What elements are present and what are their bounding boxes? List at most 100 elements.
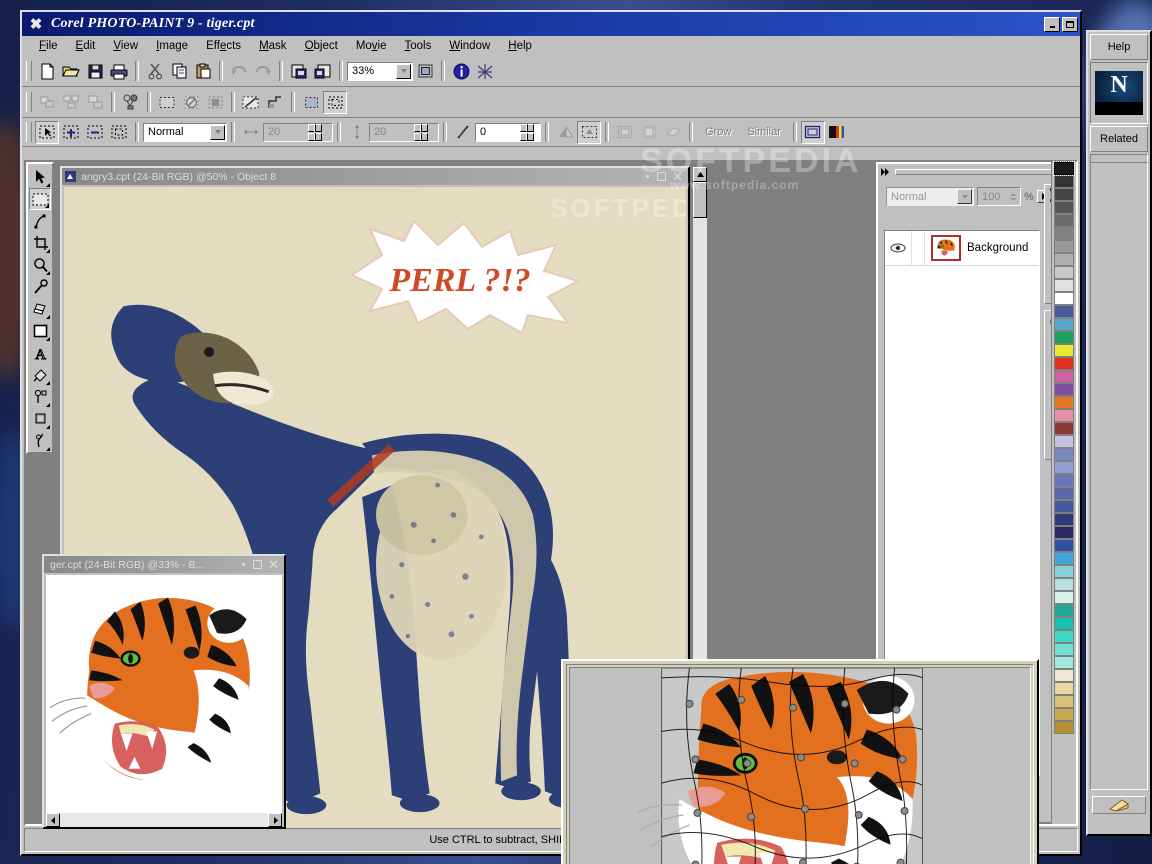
mdi-scroll-thumb[interactable] [693, 182, 707, 218]
zoom-tool[interactable] [29, 254, 51, 276]
menu-item-help[interactable]: Help [499, 38, 541, 54]
application-info-icon[interactable] [449, 59, 473, 83]
scroll-left-button[interactable] [46, 813, 60, 827]
mask-remove-icon[interactable] [179, 90, 203, 114]
crop-tool[interactable] [29, 232, 51, 254]
copy-icon[interactable] [167, 59, 191, 83]
palette-swatch[interactable] [1054, 630, 1074, 643]
palette-swatch[interactable] [1054, 227, 1074, 240]
mask-width-spinner[interactable]: 20 [263, 122, 333, 142]
text-tool[interactable]: A [29, 342, 51, 364]
palette-swatch[interactable] [1054, 591, 1074, 604]
clone-tool[interactable] [29, 430, 51, 452]
spinner-arrows-feather[interactable] [520, 123, 534, 141]
pick-tool[interactable] [29, 166, 51, 188]
minimize-icon[interactable] [646, 175, 650, 178]
eraser-tool[interactable] [29, 298, 51, 320]
restore-icon[interactable] [657, 172, 667, 181]
image-second-hscrollbar[interactable] [46, 813, 282, 827]
chevron-down-icon-3[interactable] [957, 189, 972, 204]
palette-swatch[interactable] [1054, 708, 1074, 721]
mask-fill-icon[interactable] [661, 120, 685, 144]
palette-swatch[interactable] [1054, 357, 1074, 370]
palette-swatch[interactable] [1054, 383, 1074, 396]
palette-swatch[interactable] [1054, 539, 1074, 552]
color-palette[interactable] [1051, 161, 1076, 824]
palette-swatch[interactable] [1054, 435, 1074, 448]
palette-swatch[interactable] [1054, 370, 1074, 383]
palette-swatch[interactable] [1054, 201, 1074, 214]
chevron-down-icon-2[interactable] [210, 124, 225, 140]
palette-swatch[interactable] [1054, 617, 1074, 630]
export-icon[interactable] [311, 59, 335, 83]
mdi-scroll-up-button[interactable] [693, 167, 707, 182]
palette-swatch[interactable] [1054, 266, 1074, 279]
marquee-visible-icon[interactable] [800, 120, 825, 144]
collapse-docker-icon[interactable] [880, 167, 892, 177]
list-item[interactable]: Background [885, 231, 1039, 266]
palette-swatch[interactable] [1054, 552, 1074, 565]
opacity-spinner[interactable]: 100 [977, 187, 1021, 206]
palette-swatch[interactable] [1054, 214, 1074, 227]
print-icon[interactable] [107, 59, 131, 83]
minimize-icon-2[interactable] [242, 563, 246, 566]
palette-swatch[interactable] [1054, 344, 1074, 357]
menu-item-image[interactable]: Image [147, 38, 197, 54]
image-canvas-second[interactable] [46, 575, 282, 813]
image-window-second[interactable]: ger.cpt (24-Bit RGB) @33% - B... ✕ [42, 554, 286, 829]
cut-icon[interactable] [143, 59, 167, 83]
mask-mode-subtractive-icon[interactable] [83, 120, 107, 144]
mask-invert-icon[interactable] [203, 90, 227, 114]
palette-swatch[interactable] [1054, 682, 1074, 695]
toolbar-grip-3[interactable] [26, 122, 32, 142]
object-align-icon[interactable] [35, 90, 59, 114]
fill-tool[interactable] [29, 364, 51, 386]
import-icon[interactable] [287, 59, 311, 83]
chevron-down-icon[interactable] [396, 63, 411, 79]
menu-item-effects[interactable]: Effects [197, 38, 250, 54]
object-clip-mask-icon[interactable] [119, 90, 143, 114]
mask-mode-normal-icon[interactable] [35, 120, 59, 144]
menu-item-edit[interactable]: Edit [67, 38, 105, 54]
docker-drag-bar[interactable] [895, 168, 1053, 175]
palette-swatch[interactable] [1054, 188, 1074, 201]
palette-swatch[interactable] [1054, 695, 1074, 708]
mask-marquee-icon[interactable] [155, 90, 179, 114]
paste-icon[interactable] [191, 59, 215, 83]
minimize-button[interactable] [1044, 16, 1060, 32]
mask-mode-xor-icon[interactable] [107, 120, 131, 144]
mesh-warp-preview[interactable] [569, 667, 1031, 864]
mask-mode-additive-icon[interactable] [59, 120, 83, 144]
palette-swatch[interactable] [1054, 175, 1074, 188]
grow-button[interactable]: Grow [697, 124, 739, 140]
image-window-second-titlebar[interactable]: ger.cpt (24-Bit RGB) @33% - B... ✕ [44, 556, 284, 573]
mask-mode-combo[interactable]: Normal [143, 122, 227, 142]
menu-item-mask[interactable]: Mask [250, 38, 296, 54]
paint-tool[interactable] [29, 408, 51, 430]
menu-item-file[interactable]: File [30, 38, 67, 54]
palette-swatch[interactable] [1054, 721, 1074, 734]
object-order-icon[interactable] [83, 90, 107, 114]
similar-button[interactable]: Similar [739, 124, 789, 140]
palette-swatch[interactable] [1054, 279, 1074, 292]
menu-item-movie[interactable]: Movie [347, 38, 396, 54]
zoom-to-fit-icon[interactable] [413, 59, 437, 83]
interactive-fill-tool[interactable] [29, 386, 51, 408]
mesh-warp-dialog[interactable]: Gridlines: 6 Style: Default + − [561, 659, 1039, 864]
mask-to-object-icon[interactable] [613, 120, 637, 144]
toolbar-grip[interactable] [26, 61, 32, 81]
redo-icon[interactable] [251, 59, 275, 83]
palette-swatch[interactable] [1054, 396, 1074, 409]
undo-icon[interactable] [227, 59, 251, 83]
rectangle-tool[interactable] [29, 320, 51, 342]
spinner-arrows-height[interactable] [414, 123, 428, 141]
save-icon[interactable] [83, 59, 107, 83]
close-icon[interactable]: ✕ [669, 170, 686, 183]
mask-overlay-icon[interactable] [263, 90, 287, 114]
palette-swatch[interactable] [1054, 448, 1074, 461]
palette-swatch[interactable] [1054, 318, 1074, 331]
scroll-right-button[interactable] [268, 813, 282, 827]
palette-swatch[interactable] [1054, 474, 1074, 487]
palette-swatch[interactable] [1054, 240, 1074, 253]
menu-item-window[interactable]: Window [440, 38, 499, 54]
